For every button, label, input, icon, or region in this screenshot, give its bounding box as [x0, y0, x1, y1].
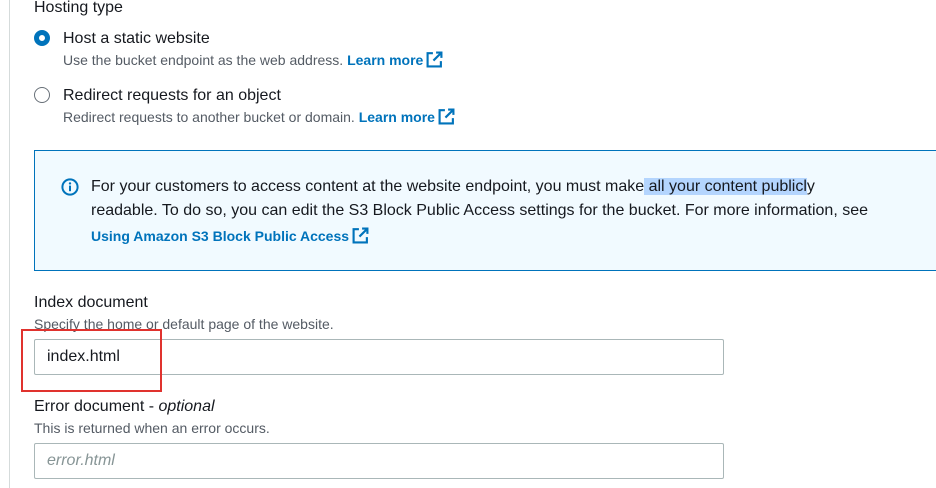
alert-highlighted-text: all your content publicl [644, 178, 807, 195]
host-static-website-radio[interactable] [34, 30, 50, 46]
redirect-requests-radio[interactable] [34, 87, 50, 103]
host-static-website-title[interactable]: Host a static website [63, 29, 210, 49]
block-public-access-link[interactable]: Using Amazon S3 Block Public Access [91, 228, 349, 244]
option-description-text: Redirect requests to another bucket or d… [63, 109, 355, 125]
error-document-description: This is returned when an error occurs. [34, 420, 270, 436]
redirect-requests-description: Redirect requests to another bucket or d… [63, 108, 455, 126]
alert-line1-end: y [806, 178, 815, 195]
host-static-website-description: Use the bucket endpoint as the web addre… [63, 51, 443, 69]
block-public-access-link-wrap: Using Amazon S3 Block Public Access [91, 227, 369, 245]
redirect-requests-title[interactable]: Redirect requests for an object [63, 86, 281, 106]
optional-tag: optional [158, 398, 215, 415]
learn-more-link[interactable]: Learn more [359, 109, 435, 125]
error-document-label: Error document - optional [34, 397, 215, 417]
highlight-annotation-box [21, 329, 162, 392]
external-link-icon[interactable] [352, 227, 369, 244]
left-border [9, 0, 10, 488]
option-description-text: Use the bucket endpoint as the web addre… [63, 52, 344, 68]
alert-line2: readable. To do so, you can edit the S3 … [91, 202, 869, 219]
external-link-icon[interactable] [426, 51, 443, 68]
alert-message: For your customers to access content at … [91, 175, 936, 223]
hosting-type-label: Hosting type [34, 0, 123, 16]
learn-more-link[interactable]: Learn more [347, 52, 423, 68]
info-icon [61, 178, 79, 196]
external-link-icon[interactable] [438, 108, 455, 125]
alert-line1: For your customers to access content at … [91, 178, 815, 195]
index-document-label: Index document [34, 294, 148, 311]
alert-line1-text: For your customers to access content at … [91, 178, 645, 195]
error-document-input[interactable] [34, 443, 724, 479]
error-document-label-text: Error document - [34, 398, 159, 415]
